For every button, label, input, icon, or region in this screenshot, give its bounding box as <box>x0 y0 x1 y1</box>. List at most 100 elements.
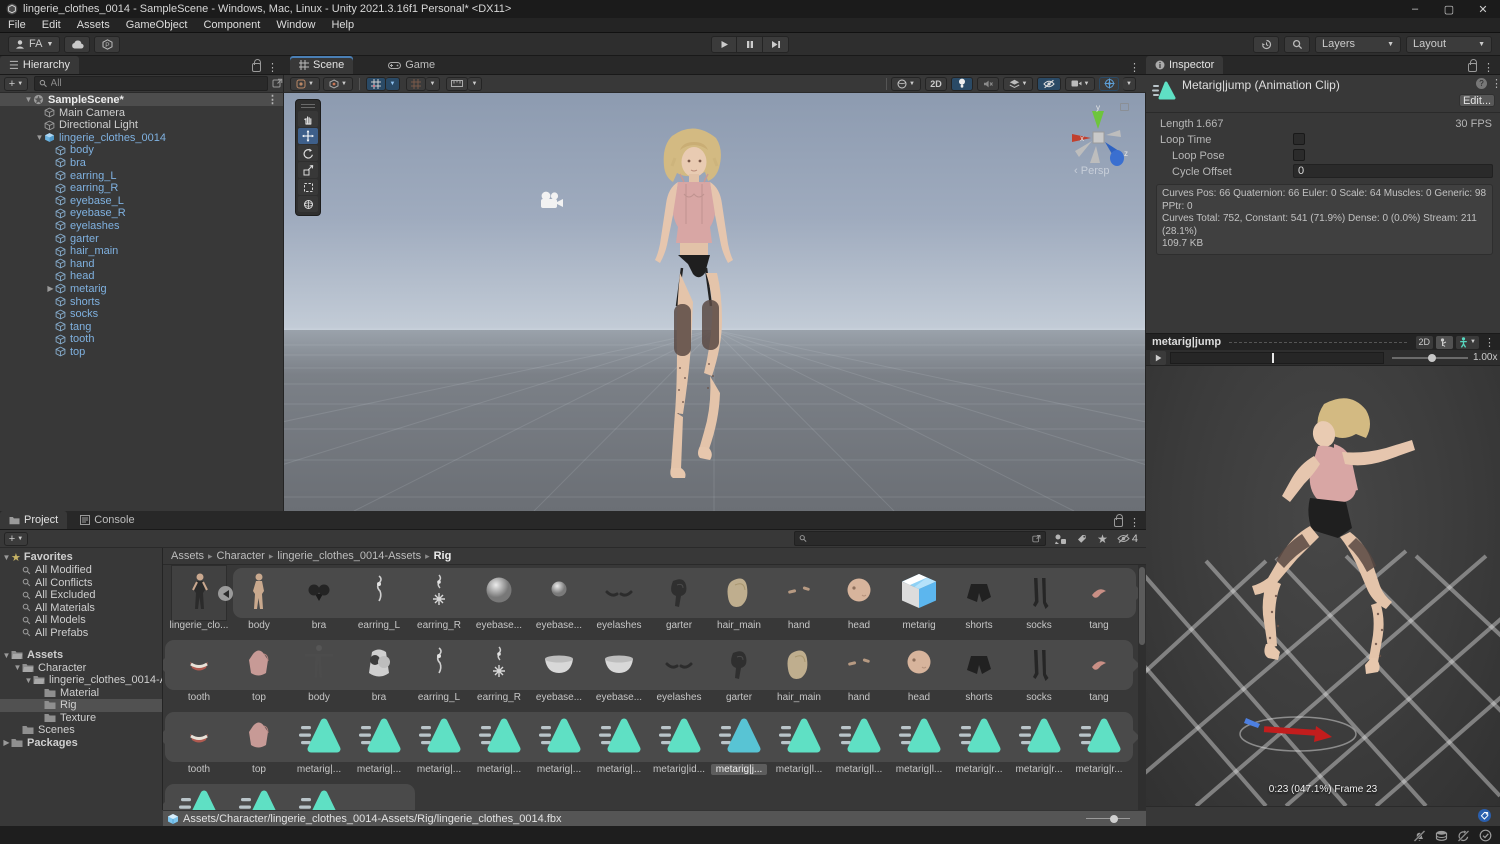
tab-project[interactable]: Project <box>0 511 67 529</box>
folder-item-assets[interactable]: ▼Assets <box>0 649 163 662</box>
hand-tool-button[interactable] <box>298 111 318 127</box>
grid-snap-button[interactable] <box>366 77 386 91</box>
hierarchy-item-garter[interactable]: garter <box>0 232 284 245</box>
hierarchy-item-socks[interactable]: socks <box>0 308 284 321</box>
preview-playhead[interactable] <box>1272 353 1274 363</box>
scene-panel-menu-icon[interactable]: ⋮ <box>1129 61 1140 74</box>
search-by-label-icon[interactable] <box>1076 533 1088 545</box>
notifications-muted-icon[interactable] <box>1413 830 1426 842</box>
menu-window[interactable]: Window <box>268 18 323 33</box>
transform-tool-button[interactable] <box>298 196 318 212</box>
inspector-menu-icon[interactable]: ⋮ <box>1483 61 1494 74</box>
menu-file[interactable]: File <box>0 18 34 33</box>
scene-character[interactable] <box>614 118 774 508</box>
hierarchy-item-body[interactable]: body <box>0 144 284 157</box>
pivot-rotation-dropdown[interactable]: ▼ <box>323 77 353 91</box>
clip-menu-icon[interactable]: ⋮ <box>1491 77 1500 90</box>
tool-handle-dropdown[interactable]: ▼ <box>290 77 320 91</box>
tab-scene[interactable]: Scene <box>290 56 353 74</box>
camera-overlay-dropdown[interactable]: ▼ <box>1065 77 1095 91</box>
rect-tool-button[interactable] <box>298 179 318 195</box>
collapse-arrow-icon[interactable]: ▼ <box>24 95 33 104</box>
project-search[interactable] <box>794 531 1046 546</box>
hierarchy-search-input[interactable] <box>51 78 263 89</box>
shading-mode-dropdown[interactable]: ▼ <box>891 77 921 91</box>
orientation-gizmo[interactable]: x y z <box>1062 101 1134 173</box>
search-by-type-icon[interactable] <box>1054 533 1067 545</box>
scene-menu-icon[interactable]: ⋮ <box>267 93 278 106</box>
inspector-lock-icon[interactable] <box>1468 63 1477 72</box>
step-button[interactable] <box>763 36 789 53</box>
menu-component[interactable]: Component <box>195 18 268 33</box>
audio-toggle[interactable] <box>977 77 999 91</box>
help-icon[interactable]: ? <box>1476 78 1487 89</box>
hierarchy-add-button[interactable]: +▼ <box>4 77 28 91</box>
expand-arrow-icon[interactable]: ▼ <box>2 651 11 660</box>
breadcrumb-item[interactable]: Assets <box>171 550 204 562</box>
persp-label[interactable]: ‹ Persp <box>1074 165 1109 177</box>
scene-visibility-toggle[interactable] <box>1037 77 1061 91</box>
hierarchy-picker-icon[interactable] <box>272 78 283 89</box>
minimize-button[interactable]: – <box>1398 0 1432 18</box>
rotate-tool-button[interactable] <box>298 145 318 161</box>
hierarchy-item-bra[interactable]: bra <box>0 156 284 169</box>
close-button[interactable]: ✕ <box>1466 0 1500 18</box>
preview-pivot-button[interactable] <box>1436 336 1453 349</box>
loop-pose-checkbox[interactable] <box>1293 149 1305 161</box>
expand-arrow-icon[interactable]: ▼ <box>13 663 22 672</box>
undo-history-button[interactable] <box>1253 36 1279 53</box>
hierarchy-item-main-camera[interactable]: Main Camera <box>0 106 284 119</box>
hierarchy-search[interactable] <box>34 76 268 91</box>
hierarchy-item-hair-main[interactable]: hair_main <box>0 245 284 258</box>
palette-drag-handle[interactable] <box>301 104 315 108</box>
hierarchy-item-tooth[interactable]: tooth <box>0 333 284 346</box>
project-menu-icon[interactable]: ⋮ <box>1129 516 1140 529</box>
favorite-item-all-conflicts[interactable]: All Conflicts <box>0 577 163 590</box>
preview-viewport[interactable]: 0:23 (047.1%) Frame 23 <box>1146 366 1500 806</box>
hierarchy-item-lingerie-clothes-0014[interactable]: ▼lingerie_clothes_0014 <box>0 131 284 144</box>
tab-inspector[interactable]: Inspector <box>1146 56 1223 74</box>
scale-tool-button[interactable] <box>298 162 318 178</box>
expand-arrow-icon[interactable]: ▼ <box>35 133 44 142</box>
auto-refresh-off-icon[interactable] <box>1457 830 1470 842</box>
hierarchy-item-metarig[interactable]: ▶metarig <box>0 282 284 295</box>
account-dropdown[interactable]: FA ▼ <box>8 36 60 53</box>
folder-item-lingerie-clothes-0014-assets[interactable]: ▼lingerie_clothes_0014-Assets <box>0 674 163 687</box>
gizmos-toggle[interactable] <box>1099 77 1119 91</box>
project-add-button[interactable]: +▼ <box>4 532 28 546</box>
move-tool-button[interactable] <box>298 128 318 144</box>
menu-gameobject[interactable]: GameObject <box>118 18 196 33</box>
folder-item-scenes[interactable]: Scenes <box>0 724 163 737</box>
2d-toggle[interactable]: 2D <box>925 77 947 91</box>
pause-button[interactable] <box>737 36 763 53</box>
hierarchy-item-directional-light[interactable]: Directional Light <box>0 119 284 132</box>
folder-item-material[interactable]: Material <box>0 687 163 700</box>
hierarchy-lock-icon[interactable] <box>252 63 261 72</box>
expand-arrow-icon[interactable]: ▶ <box>46 284 55 293</box>
grid-snap-dropdown[interactable]: ▼ <box>386 77 400 91</box>
hierarchy-item-earring-r[interactable]: earring_R <box>0 182 284 195</box>
favorite-item-all-excluded[interactable]: All Excluded <box>0 589 163 602</box>
camera-gizmo-icon[interactable] <box>539 191 565 209</box>
increment-snap-button[interactable] <box>446 77 468 91</box>
gizmo-lock-icon[interactable] <box>1120 103 1129 111</box>
hierarchy-item-tang[interactable]: tang <box>0 320 284 333</box>
hierarchy-item-eyebase-r[interactable]: eyebase_R <box>0 207 284 220</box>
plastic-scm-button[interactable]: P <box>94 36 120 53</box>
search-everywhere-button[interactable] <box>1284 36 1310 53</box>
size-slider-knob[interactable] <box>1110 815 1118 823</box>
search-expand-icon[interactable] <box>1032 534 1041 544</box>
maximize-button[interactable]: ▢ <box>1432 0 1466 18</box>
lighting-toggle[interactable] <box>951 77 973 91</box>
hierarchy-item-shorts[interactable]: shorts <box>0 295 284 308</box>
play-button[interactable] <box>711 36 737 53</box>
folder-item-texture[interactable]: Texture <box>0 712 163 725</box>
hierarchy-item-top[interactable]: top <box>0 345 284 358</box>
preview-timeline[interactable] <box>1170 352 1384 364</box>
hierarchy-item-eyebase-l[interactable]: eyebase_L <box>0 194 284 207</box>
increment-snap-dropdown[interactable]: ▼ <box>468 77 482 91</box>
hierarchy-menu-icon[interactable]: ⋮ <box>267 61 278 74</box>
layers-dropdown[interactable]: Layers▼ <box>1315 36 1401 53</box>
cache-server-icon[interactable] <box>1435 830 1448 842</box>
hierarchy-item-eyelashes[interactable]: eyelashes <box>0 219 284 232</box>
